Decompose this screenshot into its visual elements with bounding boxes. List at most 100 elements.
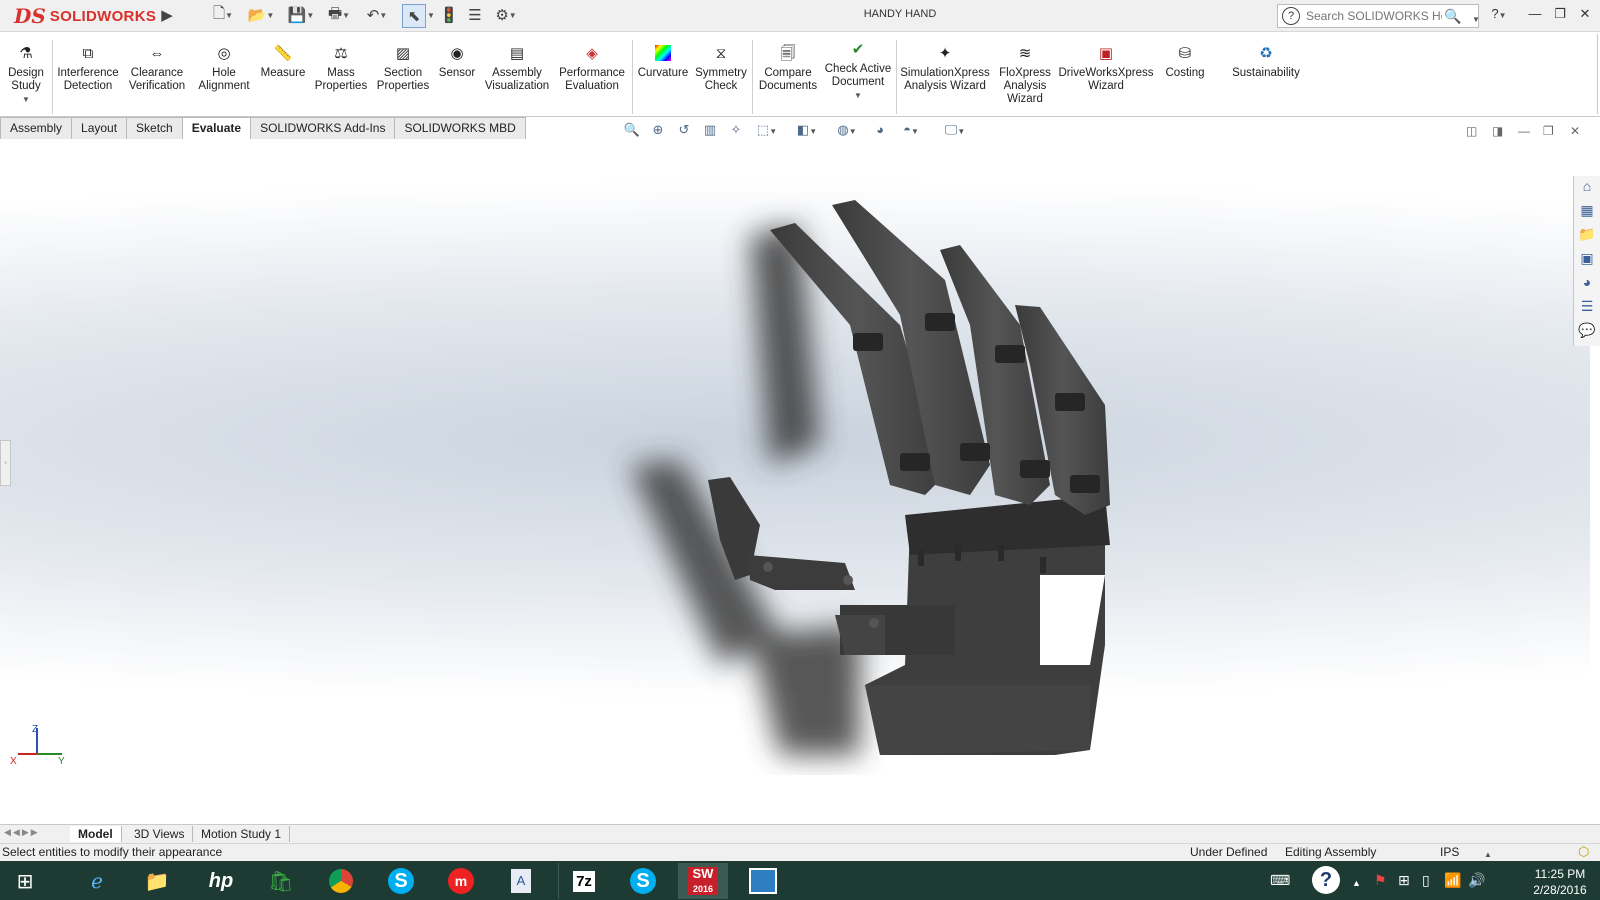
makerbot-button[interactable]: m: [436, 863, 486, 899]
restore-icon[interactable]: ❐: [1549, 6, 1571, 24]
interference-detection-button[interactable]: ⧉ Interference Detection: [55, 42, 121, 108]
previous-view-icon[interactable]: ↺: [674, 122, 694, 140]
document-title: HANDY HAND: [863, 8, 937, 20]
zoom-to-fit-icon[interactable]: 🔍: [622, 122, 642, 140]
doc-restore-icon[interactable]: ❐: [1543, 124, 1554, 138]
7zip-button[interactable]: 7z: [558, 863, 609, 899]
assembly-visualization-button[interactable]: ▤ Assembly Visualization: [482, 42, 552, 108]
chrome-button[interactable]: [316, 863, 366, 899]
file-properties-icon[interactable]: ☰: [466, 4, 484, 26]
signal-icon[interactable]: 📶: [1444, 872, 1461, 889]
help-tray-icon[interactable]: ?: [1312, 866, 1340, 894]
select-dropdown-icon[interactable]: ▼: [426, 4, 436, 26]
save-icon[interactable]: 💾 ▼: [285, 4, 317, 26]
appearances-icon[interactable]: ◕: [1576, 274, 1598, 296]
rebuild-status-icon[interactable]: ⬡: [1578, 844, 1589, 860]
solidworks-resources-icon[interactable]: ⌂: [1576, 178, 1598, 200]
hole-alignment-button[interactable]: ◎ Hole Alignment: [194, 42, 254, 108]
mass-properties-button[interactable]: ⚖ Mass Properties: [312, 42, 370, 108]
search-icon[interactable]: 🔍: [1444, 8, 1461, 25]
clearance-verification-button[interactable]: ⇔ Clearance Verification: [124, 42, 190, 108]
custom-properties-icon[interactable]: ☰: [1576, 298, 1598, 320]
hp-button[interactable]: hp: [196, 863, 246, 899]
system-clock[interactable]: 11:25 PM 2/28/2016: [1525, 866, 1595, 898]
file-explorer-button[interactable]: 📁: [132, 863, 182, 899]
help-search-input[interactable]: [1304, 8, 1444, 24]
options-gear-icon[interactable]: ⚙ ▼: [490, 4, 522, 26]
tab-motion-study-1[interactable]: Motion Study 1: [193, 826, 291, 842]
select-pointer-icon[interactable]: ⬉: [402, 4, 426, 28]
tab-sketch[interactable]: Sketch: [127, 117, 183, 140]
costing-button[interactable]: ⛁ Costing: [1160, 42, 1210, 108]
help-menu-icon[interactable]: ?▼: [1488, 6, 1510, 24]
panel-collapse-handle[interactable]: ◦: [0, 440, 11, 486]
curvature-button[interactable]: Curvature: [636, 42, 690, 108]
tab-solidworks-add-ins[interactable]: SOLIDWORKS Add-Ins: [251, 117, 396, 140]
file-explorer-icon[interactable]: 📁: [1576, 226, 1598, 248]
hide-show-items-icon[interactable]: ◍▼: [832, 122, 862, 140]
solidworks-logo[interactable]: DS SOLIDWORKS: [14, 2, 164, 30]
solidworks-taskbar-button[interactable]: SW 2016: [678, 863, 728, 899]
doc-close-icon[interactable]: ✕: [1570, 124, 1580, 138]
simulationxpress-button[interactable]: ✦ SimulationXpress Analysis Wizard: [900, 42, 990, 108]
search-dropdown-icon[interactable]: ▼: [1472, 11, 1480, 25]
network-windows-icon[interactable]: ⊞: [1398, 872, 1410, 889]
edit-appearance-icon[interactable]: ◕: [870, 122, 890, 140]
section-properties-button[interactable]: ▨ Section Properties: [374, 42, 432, 108]
undo-icon[interactable]: ↶ ▼: [361, 4, 393, 26]
symmetry-check-button[interactable]: ⧖ Symmetry Check: [694, 42, 748, 108]
photos-button[interactable]: [738, 863, 788, 899]
store-button[interactable]: 🛍: [256, 863, 306, 899]
tab-assembly[interactable]: Assembly: [0, 117, 73, 140]
performance-evaluation-button[interactable]: ◈ Performance Evaluation: [556, 42, 628, 108]
design-library-icon[interactable]: ▦: [1576, 202, 1598, 224]
compare-documents-button[interactable]: 🗐 Compare Documents: [756, 42, 820, 108]
hand-model[interactable]: [600, 195, 1160, 775]
view-orientation-icon[interactable]: ⬚▼: [752, 122, 782, 140]
battery-icon[interactable]: ▯: [1422, 872, 1430, 889]
design-study-button[interactable]: ⚗ Design Study ▼: [4, 42, 48, 108]
internet-explorer-button[interactable]: ℯ: [72, 863, 122, 899]
open-document-icon[interactable]: 📂 ▼: [245, 4, 277, 26]
show-hidden-icons-icon[interactable]: ▲: [1352, 878, 1361, 888]
sensor-button[interactable]: ◉ Sensor: [436, 42, 478, 108]
tile-left-icon[interactable]: ◫: [1466, 124, 1477, 138]
floxpress-button[interactable]: ≋ FloXpress Analysis Wizard: [996, 42, 1054, 108]
tab-evaluate[interactable]: Evaluate: [182, 117, 252, 140]
skype-button[interactable]: S: [376, 863, 426, 899]
tab-model[interactable]: Model: [70, 826, 122, 842]
action-center-flag-icon[interactable]: ⚑: [1374, 872, 1387, 889]
skype-running-button[interactable]: S: [618, 863, 668, 899]
rebuild-icon[interactable]: 🚦: [440, 4, 459, 26]
start-button[interactable]: ⊞: [0, 863, 50, 899]
section-view-icon[interactable]: ▥: [700, 122, 720, 140]
status-units[interactable]: IPS: [1440, 845, 1459, 859]
view-palette-icon[interactable]: ▣: [1576, 250, 1598, 272]
word-button[interactable]: A: [496, 863, 546, 899]
help-search-box[interactable]: ? 🔍: [1277, 4, 1479, 28]
dynamic-annotation-icon[interactable]: ✧: [726, 122, 746, 140]
tab-scroll-arrows-icon[interactable]: ◀◀▶▶: [4, 827, 40, 838]
close-icon[interactable]: ✕: [1574, 6, 1596, 24]
units-dropdown-icon[interactable]: ▲: [1484, 846, 1492, 860]
expand-menu-icon[interactable]: ▶: [160, 4, 174, 26]
measure-button[interactable]: 📏 Measure: [258, 42, 308, 108]
check-active-document-button[interactable]: ✔ Check Active Document ▼: [824, 38, 892, 104]
print-icon[interactable]: 🖶 ▼: [322, 4, 356, 26]
driveworksxpress-button[interactable]: ▣ DriveWorksXpress Wizard: [1058, 42, 1154, 108]
tab-solidworks-mbd[interactable]: SOLIDWORKS MBD: [395, 117, 526, 140]
minimize-icon[interactable]: —: [1524, 6, 1546, 24]
new-document-icon[interactable]: 🗋 ▼: [207, 4, 239, 26]
apply-scene-icon[interactable]: ◓▼: [896, 122, 926, 140]
sustainability-button[interactable]: ♻ Sustainability: [1226, 42, 1306, 108]
tab-3d-views[interactable]: 3D Views: [126, 826, 194, 842]
tab-layout[interactable]: Layout: [72, 117, 128, 140]
doc-minimize-icon[interactable]: —: [1518, 124, 1530, 138]
touch-keyboard-icon[interactable]: ⌨: [1270, 872, 1290, 889]
display-style-icon[interactable]: ◧▼: [792, 122, 822, 140]
volume-icon[interactable]: 🔊: [1468, 872, 1485, 889]
zoom-to-area-icon[interactable]: ⊕: [648, 122, 668, 140]
forum-icon[interactable]: 💬: [1576, 322, 1598, 344]
tile-right-icon[interactable]: ◨: [1492, 124, 1503, 138]
view-settings-icon[interactable]: 🖵▼: [938, 122, 972, 140]
